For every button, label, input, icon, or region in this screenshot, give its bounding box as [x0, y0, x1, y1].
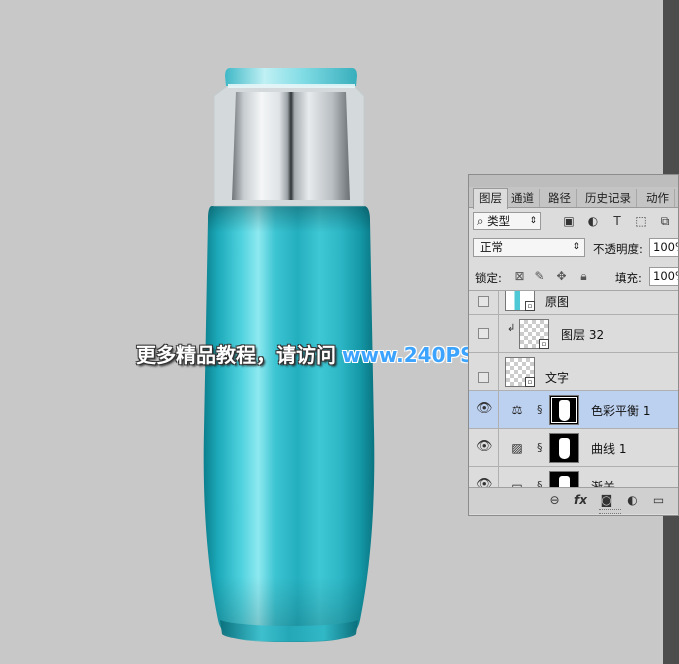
layer-thumbnail: ▫: [505, 357, 535, 387]
lock-paint-icon[interactable]: ✎: [533, 270, 546, 283]
visibility-off-box: [478, 372, 489, 383]
layer-thumbnail: ▫: [519, 319, 549, 349]
blend-mode-value: 正常: [480, 240, 503, 254]
layer-thumbnail: ▫: [505, 291, 535, 311]
panel-tabs: 图层 通道 路径 历史记录 动作: [469, 187, 678, 209]
layer-name[interactable]: 图层 32: [561, 326, 604, 343]
shape-filter-icon[interactable]: ⬚: [634, 214, 648, 228]
panel-title-bar[interactable]: [469, 175, 678, 187]
visibility-toggle[interactable]: 👁︎: [469, 467, 499, 487]
layer-name[interactable]: 色彩平衡 1: [591, 402, 650, 419]
layer-name[interactable]: 原图: [545, 293, 569, 310]
smart-object-icon: ▫: [525, 301, 535, 311]
watermark-text: 更多精品教程，请访问: [136, 343, 336, 367]
resize-grip[interactable]: [599, 509, 621, 514]
visibility-toggle[interactable]: [469, 353, 499, 390]
layer-row[interactable]: 👁︎ ▨ § 曲线 1: [469, 429, 678, 467]
tab-layers[interactable]: 图层: [473, 188, 508, 209]
tab-actions[interactable]: 动作: [641, 189, 675, 207]
chain-link-icon[interactable]: §: [537, 403, 545, 417]
new-adjustment-icon[interactable]: ◐: [625, 493, 640, 508]
new-group-icon[interactable]: ▭: [651, 493, 666, 508]
type-filter-icon[interactable]: T: [610, 214, 624, 228]
lock-transparent-icon[interactable]: ⊠: [513, 270, 526, 283]
tab-paths[interactable]: 路径: [543, 189, 577, 207]
fx-icon[interactable]: fx: [573, 493, 588, 508]
layer-mask-thumbnail[interactable]: [549, 395, 579, 425]
layer-mask-thumbnail[interactable]: [549, 471, 579, 487]
layer-name[interactable]: 渐关: [591, 478, 615, 487]
chain-link-icon[interactable]: §: [537, 479, 545, 487]
opacity-field[interactable]: 100%: [649, 238, 678, 257]
filter-row: ⌕ 类型 ⇕ ▣ ◐ T ⬚ ⧉: [469, 208, 678, 234]
visibility-off-box: [478, 296, 489, 307]
add-mask-icon[interactable]: ◙: [599, 493, 614, 508]
lock-all-icon[interactable]: 🔒︎: [577, 270, 590, 283]
layers-panel: 图层 通道 路径 历史记录 动作 ⌕ 类型 ⇕ ▣ ◐ T ⬚ ⧉ 正常 ⇕ 不…: [468, 174, 679, 516]
layer-name[interactable]: 文字: [545, 369, 569, 386]
tab-history[interactable]: 历史记录: [580, 189, 637, 207]
layer-mask-thumbnail[interactable]: [549, 433, 579, 463]
smartobject-filter-icon[interactable]: ⧉: [658, 214, 672, 228]
search-icon: ⌕: [477, 214, 484, 228]
chain-link-icon[interactable]: §: [537, 441, 545, 455]
opacity-label: 不透明度:: [593, 242, 643, 256]
adjustment-filter-icon[interactable]: ◐: [586, 214, 600, 228]
color-balance-icon: ⚖︎: [511, 403, 523, 417]
smart-object-icon: ▫: [525, 377, 535, 387]
lock-row: 锁定: ⊠ ✎ ✥ 🔒︎ 填充: 100%: [469, 262, 678, 291]
tab-channels[interactable]: 通道: [506, 189, 540, 207]
blend-row: 正常 ⇕ 不透明度: 100%: [469, 235, 678, 261]
updown-arrow-icon: ⇕: [529, 216, 537, 226]
filter-kind-label: 类型: [487, 214, 511, 228]
layer-row[interactable]: 👁︎ ⚖︎ § 色彩平衡 1: [469, 391, 678, 429]
layer-row[interactable]: ↲ ▫ 图层 32: [469, 315, 678, 353]
panel-bottom-bar: ⊖ fx ◙ ◐ ▭: [469, 487, 678, 514]
eye-icon: 👁︎: [476, 477, 493, 488]
visibility-toggle[interactable]: [469, 315, 499, 352]
visibility-off-box: [478, 328, 489, 339]
layer-list: ▫ 原图 ↲ ▫ 图层 32 ▫ 文字 👁︎ ⚖︎ § 色彩平衡 1 👁︎ ▨: [469, 291, 678, 487]
lock-label: 锁定:: [475, 271, 502, 285]
clipping-arrow-icon: ↲: [507, 323, 516, 334]
updown-arrow-icon: ⇕: [572, 242, 580, 252]
lock-position-icon[interactable]: ✥: [555, 270, 568, 283]
filter-kind-select[interactable]: ⌕ 类型 ⇕: [473, 212, 541, 230]
layer-row[interactable]: ▫ 文字: [469, 353, 678, 391]
fill-label: 填充:: [615, 271, 642, 285]
visibility-toggle[interactable]: 👁︎: [469, 429, 499, 466]
smart-object-icon: ▫: [539, 339, 549, 349]
eye-icon: 👁︎: [476, 439, 493, 454]
eye-icon: 👁︎: [476, 401, 493, 416]
image-filter-icon[interactable]: ▣: [562, 214, 576, 228]
folder-icon: ▭: [511, 479, 523, 487]
layer-row[interactable]: 👁︎ ▭ § 渐关: [469, 467, 678, 487]
curves-icon: ▨: [511, 441, 523, 455]
layer-row[interactable]: ▫ 原图: [469, 291, 678, 315]
link-layers-icon[interactable]: ⊖: [547, 493, 562, 508]
layer-name[interactable]: 曲线 1: [591, 440, 626, 457]
visibility-toggle[interactable]: 👁︎: [469, 391, 499, 428]
visibility-toggle[interactable]: [469, 291, 499, 314]
blend-mode-select[interactable]: 正常 ⇕: [473, 238, 585, 257]
fill-field[interactable]: 100%: [649, 267, 678, 286]
